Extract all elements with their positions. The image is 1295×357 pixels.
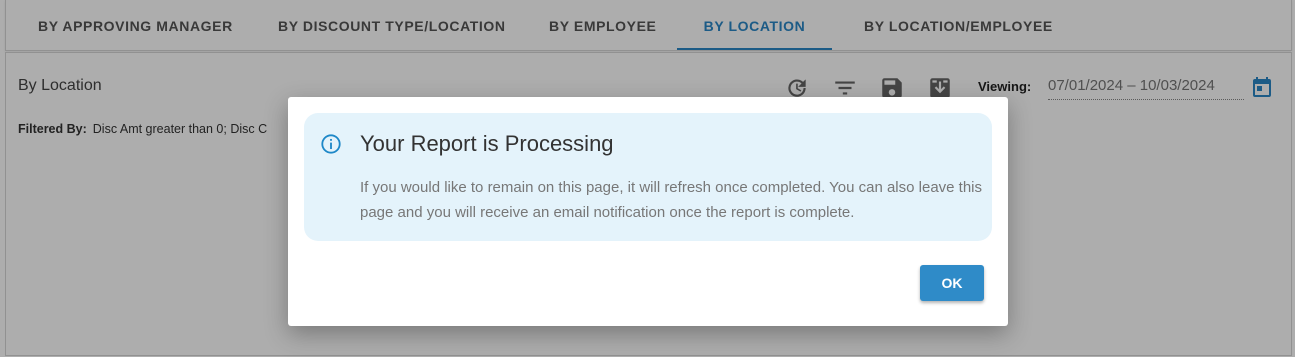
dialog-message: If you would like to remain on this page… bbox=[360, 179, 983, 221]
info-icon bbox=[321, 134, 341, 154]
ok-button[interactable]: OK bbox=[920, 265, 984, 301]
info-alert: Your Report is Processing If you would l… bbox=[304, 113, 992, 241]
processing-dialog: Your Report is Processing If you would l… bbox=[288, 97, 1008, 326]
dialog-title: Your Report is Processing bbox=[360, 131, 614, 156]
